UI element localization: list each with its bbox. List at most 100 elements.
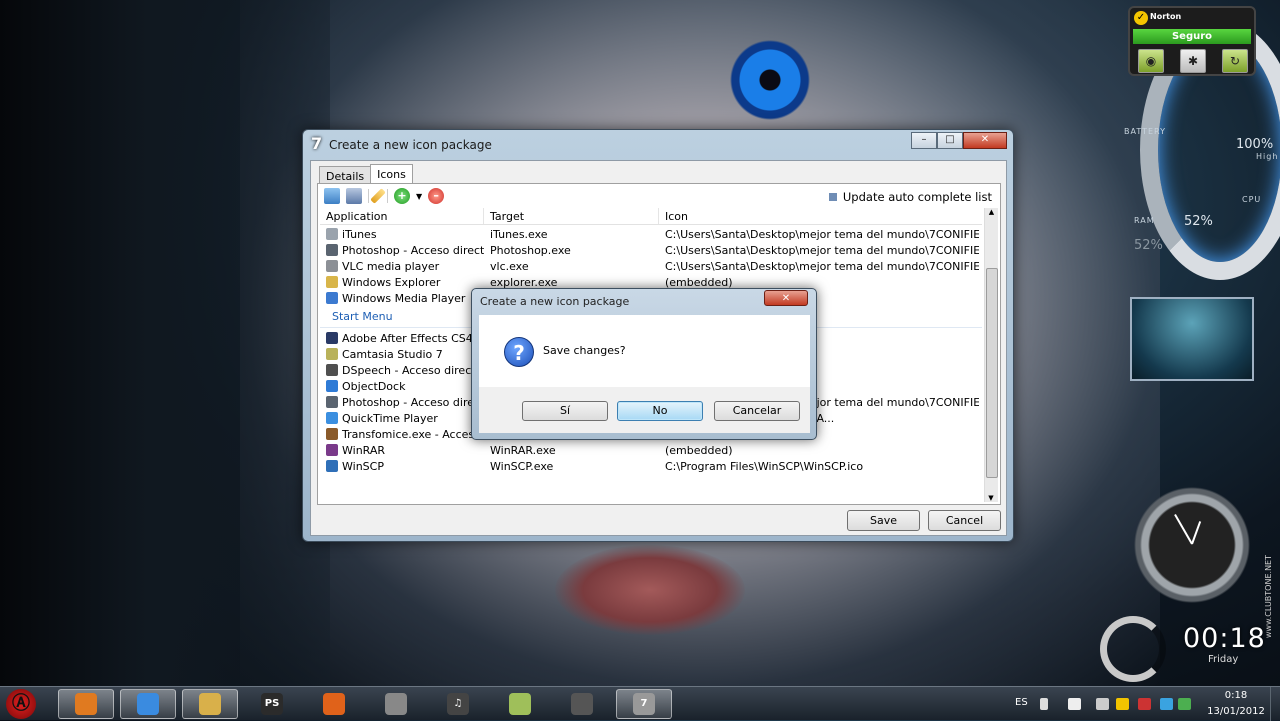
app-name: QuickTime Player xyxy=(342,411,438,425)
app-icon-path: (embedded) xyxy=(665,275,733,289)
taskbar-notes-button[interactable] xyxy=(492,689,548,719)
norton-power-icon[interactable]: ◉ xyxy=(1138,49,1164,73)
taskbar-camtasia-button[interactable] xyxy=(554,689,610,719)
question-icon: ? xyxy=(504,337,534,367)
norton-tray-icon[interactable] xyxy=(1116,698,1129,710)
app-icon xyxy=(326,332,338,344)
taskbar-explorer-button[interactable] xyxy=(182,689,238,719)
vertical-scrollbar[interactable]: ▲ ▼ xyxy=(984,208,998,502)
dialog-cancel-button[interactable]: Cancelar xyxy=(714,401,800,421)
app-icon xyxy=(326,228,338,240)
show-hidden-icons-chevron-icon[interactable] xyxy=(1040,698,1048,710)
app-target: WinRAR.exe xyxy=(490,443,556,457)
list-item[interactable]: WinSCP WinSCP.exe C:\Program Files\WinSCP\… xyxy=(320,458,982,474)
language-indicator[interactable]: ES xyxy=(1015,697,1028,708)
dialog-close-button[interactable]: ✕ xyxy=(764,290,808,306)
firefox-icon xyxy=(323,693,345,715)
scroll-up-icon[interactable]: ▲ xyxy=(985,208,998,216)
seven-conifier-icon: 7 xyxy=(633,693,655,715)
taskbar: Ⓐ PS ♫ 7 ES 0:18 13/01/2012 xyxy=(0,686,1280,721)
show-desktop-button[interactable] xyxy=(1270,687,1280,721)
photoshop-icon: PS xyxy=(261,693,283,715)
taskbar-photoshop-button[interactable]: PS xyxy=(244,689,300,719)
app-name: Camtasia Studio 7 xyxy=(342,347,443,361)
app-icon xyxy=(326,364,338,376)
edit-pencil-icon[interactable] xyxy=(370,188,386,204)
camtasia-icon xyxy=(571,693,593,715)
column-icon[interactable]: Icon xyxy=(659,208,979,224)
update-auto-complete-label: Update auto complete list xyxy=(842,190,992,204)
app-icon xyxy=(326,396,338,408)
list-item[interactable]: WinRAR WinRAR.exe (embedded) xyxy=(320,442,982,458)
norton-brand: Norton xyxy=(1150,12,1182,21)
cancel-button[interactable]: Cancel xyxy=(928,510,1001,531)
taskbar-media-center-button[interactable] xyxy=(58,689,114,719)
taskbar-firefox-button[interactable] xyxy=(306,689,362,719)
yes-button[interactable]: Sí xyxy=(522,401,608,421)
wallpaper-lips xyxy=(555,545,745,635)
column-application[interactable]: Application xyxy=(320,208,484,224)
app-name: VLC media player xyxy=(342,259,440,273)
tray-sync-icon[interactable] xyxy=(1178,698,1191,710)
system-tray: ES 0:18 13/01/2012 xyxy=(1010,687,1280,721)
app-logo-icon: 7 xyxy=(311,134,323,153)
ring-gadget xyxy=(1100,616,1166,682)
add-icon[interactable]: + xyxy=(394,188,410,204)
app-name: Windows Media Player xyxy=(342,291,466,305)
side-watermark: www.CLUBTONE.NET xyxy=(1264,555,1273,639)
scrollbar-thumb[interactable] xyxy=(986,268,998,478)
tray-clock-time[interactable]: 0:18 xyxy=(1206,690,1266,701)
dialog-title: Create a new icon package xyxy=(480,295,630,308)
app-name: DSpeech - Acceso directo xyxy=(342,363,483,377)
taskbar-vlc-app-button[interactable] xyxy=(368,689,424,719)
app-icon xyxy=(326,428,338,440)
ram-value-secondary: 52% xyxy=(1134,238,1163,253)
list-item[interactable]: iTunes iTunes.exe C:\Users\Santa\Desktop\m… xyxy=(320,226,982,242)
minimize-button[interactable]: – xyxy=(911,132,937,149)
digital-clock-day: Friday xyxy=(1208,654,1239,665)
explorer-icon xyxy=(199,693,221,715)
app-icon xyxy=(326,244,338,256)
analog-clock-gadget xyxy=(1131,486,1253,604)
save-changes-dialog[interactable]: Create a new icon package ✕ ? Save chang… xyxy=(471,288,817,440)
network-icon[interactable] xyxy=(1068,698,1081,710)
remove-icon[interactable]: – xyxy=(428,188,445,204)
norton-refresh-icon[interactable]: ↻ xyxy=(1222,49,1248,73)
ram-value: 52% xyxy=(1184,214,1213,229)
column-target[interactable]: Target xyxy=(484,208,659,224)
open-icon[interactable] xyxy=(324,188,340,204)
save-button[interactable]: Save xyxy=(847,510,920,531)
norton-tools-icon[interactable]: ✱ xyxy=(1180,49,1206,73)
tray-clock-date[interactable]: 13/01/2012 xyxy=(1206,706,1266,717)
scroll-down-icon[interactable]: ▼ xyxy=(985,494,997,502)
volume-icon[interactable] xyxy=(1096,698,1109,710)
battery-sub: High xyxy=(1256,152,1279,161)
wallpaper-eye xyxy=(720,40,820,120)
tray-app-icon[interactable] xyxy=(1138,698,1151,710)
photo-gadget[interactable] xyxy=(1130,297,1254,381)
dialog-message: Save changes? xyxy=(543,344,626,357)
list-icon xyxy=(828,193,837,201)
digital-clock-time: 00:18 xyxy=(1183,623,1266,654)
taskbar-seven-conifier-button[interactable]: 7 xyxy=(616,689,672,719)
taskbar-chrome-button[interactable] xyxy=(120,689,176,719)
no-button[interactable]: No xyxy=(617,401,703,421)
save-icon[interactable] xyxy=(346,188,362,204)
start-button[interactable]: Ⓐ xyxy=(6,689,36,719)
app-icon xyxy=(326,260,338,272)
list-item[interactable]: VLC media player vlc.exe C:\Users\Santa\De… xyxy=(320,258,982,274)
tray-extra-icon[interactable] xyxy=(1160,698,1173,710)
add-dropdown-chevron-icon[interactable]: ▼ xyxy=(416,192,422,201)
norton-gadget[interactable]: ✓ Norton Seguro ◉ ✱ ↻ xyxy=(1128,6,1256,76)
update-auto-complete-button[interactable]: Update auto complete list xyxy=(828,190,992,204)
app-name: Adobe After Effects CS4 xyxy=(342,331,473,345)
taskbar-itunes-button[interactable]: ♫ xyxy=(430,689,486,719)
app-icon xyxy=(326,444,338,456)
close-button[interactable]: ✕ xyxy=(963,132,1007,149)
maximize-button[interactable]: □ xyxy=(937,132,963,149)
wallpaper-hair xyxy=(0,0,330,690)
app-icon-path: (embedded) xyxy=(665,443,733,457)
clock-minute-hand xyxy=(1174,514,1193,545)
battery-value: 100% xyxy=(1236,137,1274,152)
list-item[interactable]: Photoshop - Acceso directo Photoshop.exe C… xyxy=(320,242,982,258)
